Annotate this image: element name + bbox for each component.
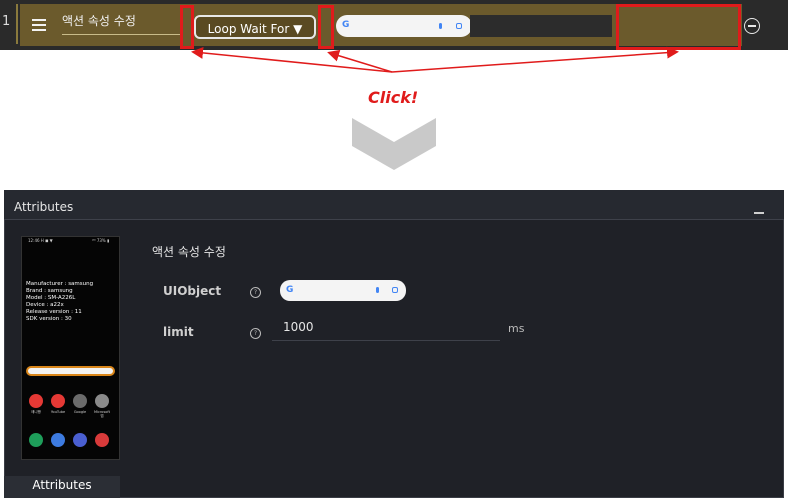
phone-status-right: ⁴ᴳ 73% ▮	[92, 238, 110, 243]
app-label: Google	[73, 410, 87, 414]
app-label: YouTube	[50, 410, 66, 414]
tab-attributes[interactable]: Attributes	[4, 476, 120, 498]
uiobject-thumbnail[interactable]: G	[280, 280, 406, 301]
google-app-icon[interactable]	[73, 394, 87, 408]
chevron-down-arrow-icon	[352, 118, 436, 170]
limit-unit: ms	[508, 322, 525, 335]
limit-input-underline	[272, 340, 500, 341]
messages-app-icon[interactable]	[51, 433, 65, 447]
google-lens-icon	[392, 287, 398, 293]
microsoft-app-icon[interactable]	[95, 394, 109, 408]
section-title: 액션 속성 수정	[152, 245, 226, 259]
chat-app-icon[interactable]	[73, 433, 87, 447]
attributes-panel	[4, 190, 784, 498]
phone-status-left: 12:46 H ◼ ▼	[28, 238, 53, 243]
attributes-panel-header	[4, 190, 784, 220]
help-icon[interactable]: ?	[250, 287, 261, 298]
google-g-icon: G	[286, 285, 294, 295]
app-label: Microsoft 앱	[94, 410, 110, 418]
device-info-line: Model : SM-A226L	[26, 295, 76, 301]
attributes-panel-title: Attributes	[14, 200, 74, 214]
device-screen-preview[interactable]	[21, 236, 120, 460]
minimize-icon[interactable]	[754, 212, 764, 214]
uiobject-label: UIObject	[163, 284, 222, 298]
device-info-line: Release version : 11	[26, 309, 82, 315]
phone-search-bar-highlighted[interactable]	[26, 366, 115, 376]
device-info-line: SDK version : 30	[26, 316, 72, 322]
limit-input[interactable]: 1000	[283, 320, 314, 334]
app-label: 애니빵	[31, 410, 41, 414]
camera-app-icon[interactable]	[95, 433, 109, 447]
arrow-to-left-box	[191, 46, 393, 73]
device-info-line: Device : a22x	[26, 302, 64, 308]
device-info-line: Brand : samsung	[26, 288, 73, 294]
microphone-icon	[376, 287, 379, 293]
click-annotation-label: Click!	[368, 88, 419, 107]
help-icon[interactable]: ?	[250, 328, 261, 339]
app-icon-1[interactable]	[29, 394, 43, 408]
limit-label: limit	[163, 325, 194, 339]
youtube-app-icon[interactable]	[51, 394, 65, 408]
arrow-to-right-box	[391, 46, 679, 73]
device-info-line: Manufacturer : samsung	[26, 281, 94, 287]
phone-app-icon[interactable]	[29, 433, 43, 447]
